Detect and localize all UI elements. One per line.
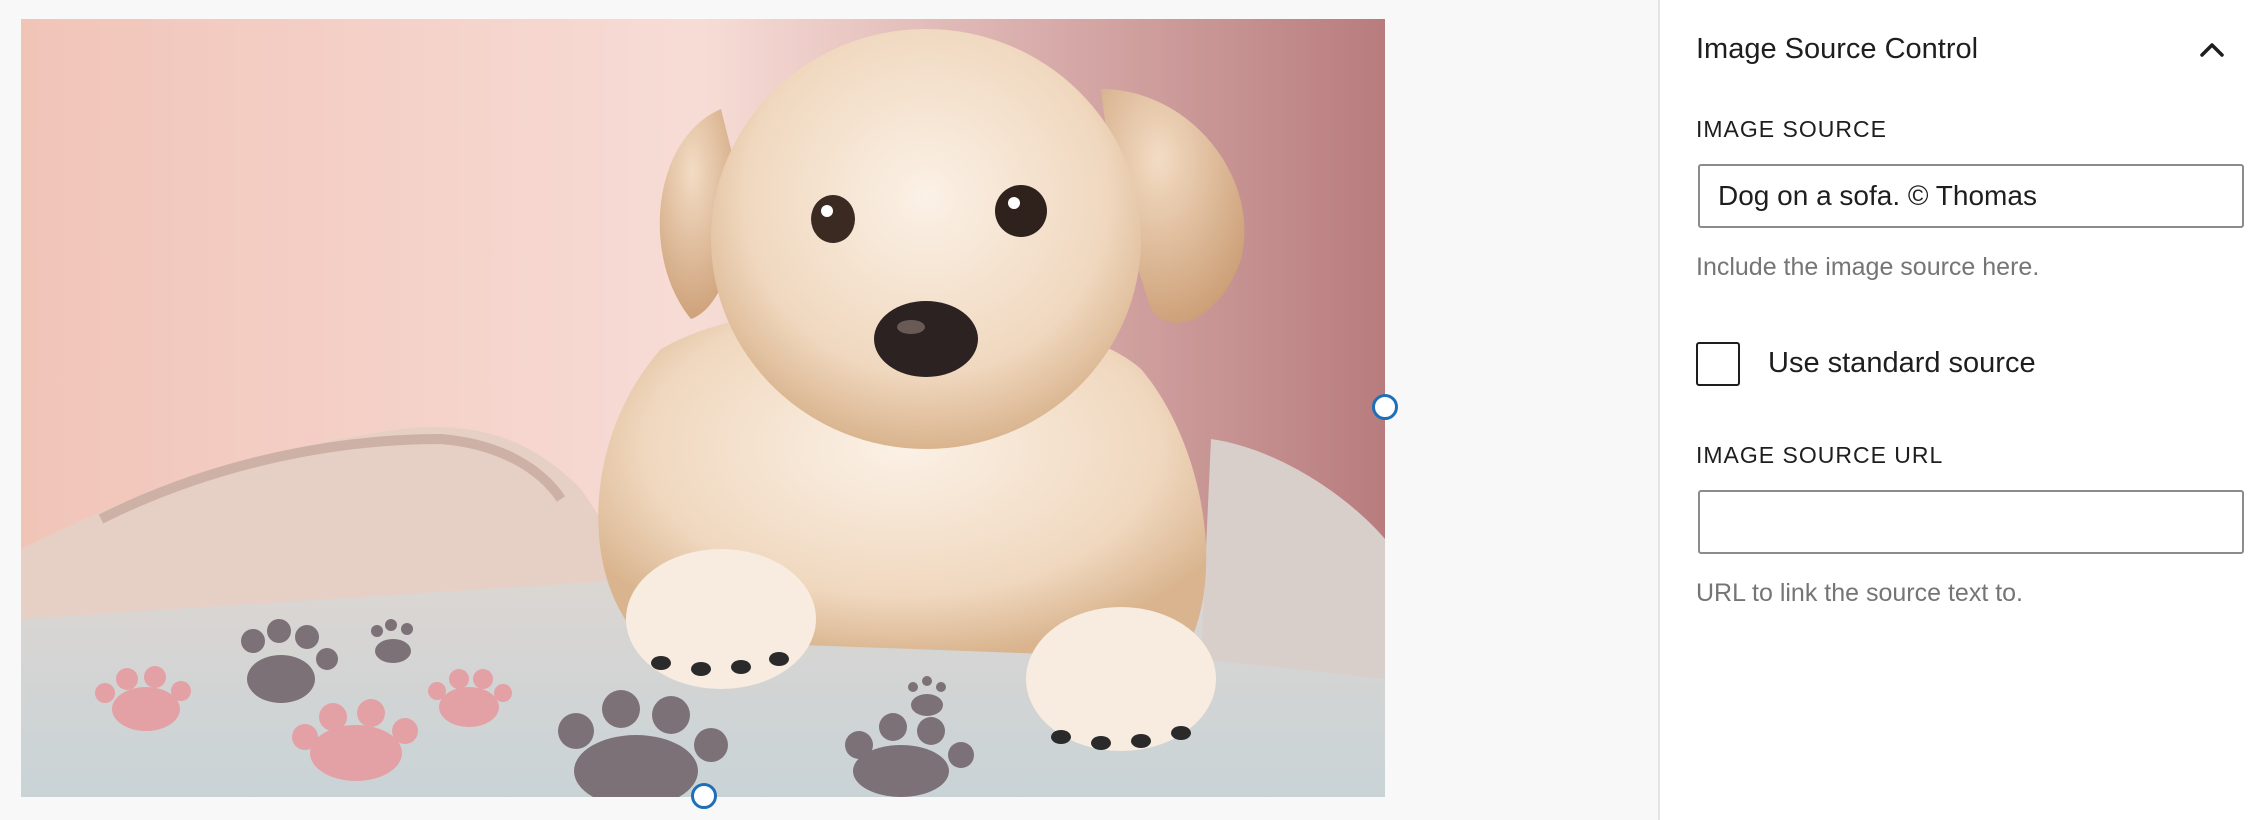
image-source-input[interactable] [1698,164,2244,228]
image-source-help: Include the image source here. [1696,253,2040,281]
use-standard-source-checkbox[interactable] [1696,342,1740,386]
image-block[interactable] [21,19,1385,797]
panel-title: Image Source Control [1696,33,1979,65]
use-standard-source-label[interactable]: Use standard source [1768,347,2036,380]
image-source-label: IMAGE SOURCE [1696,116,1887,142]
puppy-image[interactable] [21,19,1385,797]
settings-sidebar: Image Source Control IMAGE SOURCE Includ… [1658,0,2266,820]
resize-handle-right[interactable] [1372,394,1398,420]
image-source-url-label: IMAGE SOURCE URL [1696,442,1944,468]
image-source-url-input[interactable] [1698,490,2244,554]
editor-canvas [0,0,1658,820]
image-source-url-help: URL to link the source text to. [1696,579,2024,607]
collapse-panel-button[interactable] [2190,28,2234,72]
resize-handle-bottom[interactable] [691,783,717,809]
chevron-up-icon [2200,43,2224,57]
panel-header[interactable]: Image Source Control [1660,0,2266,100]
